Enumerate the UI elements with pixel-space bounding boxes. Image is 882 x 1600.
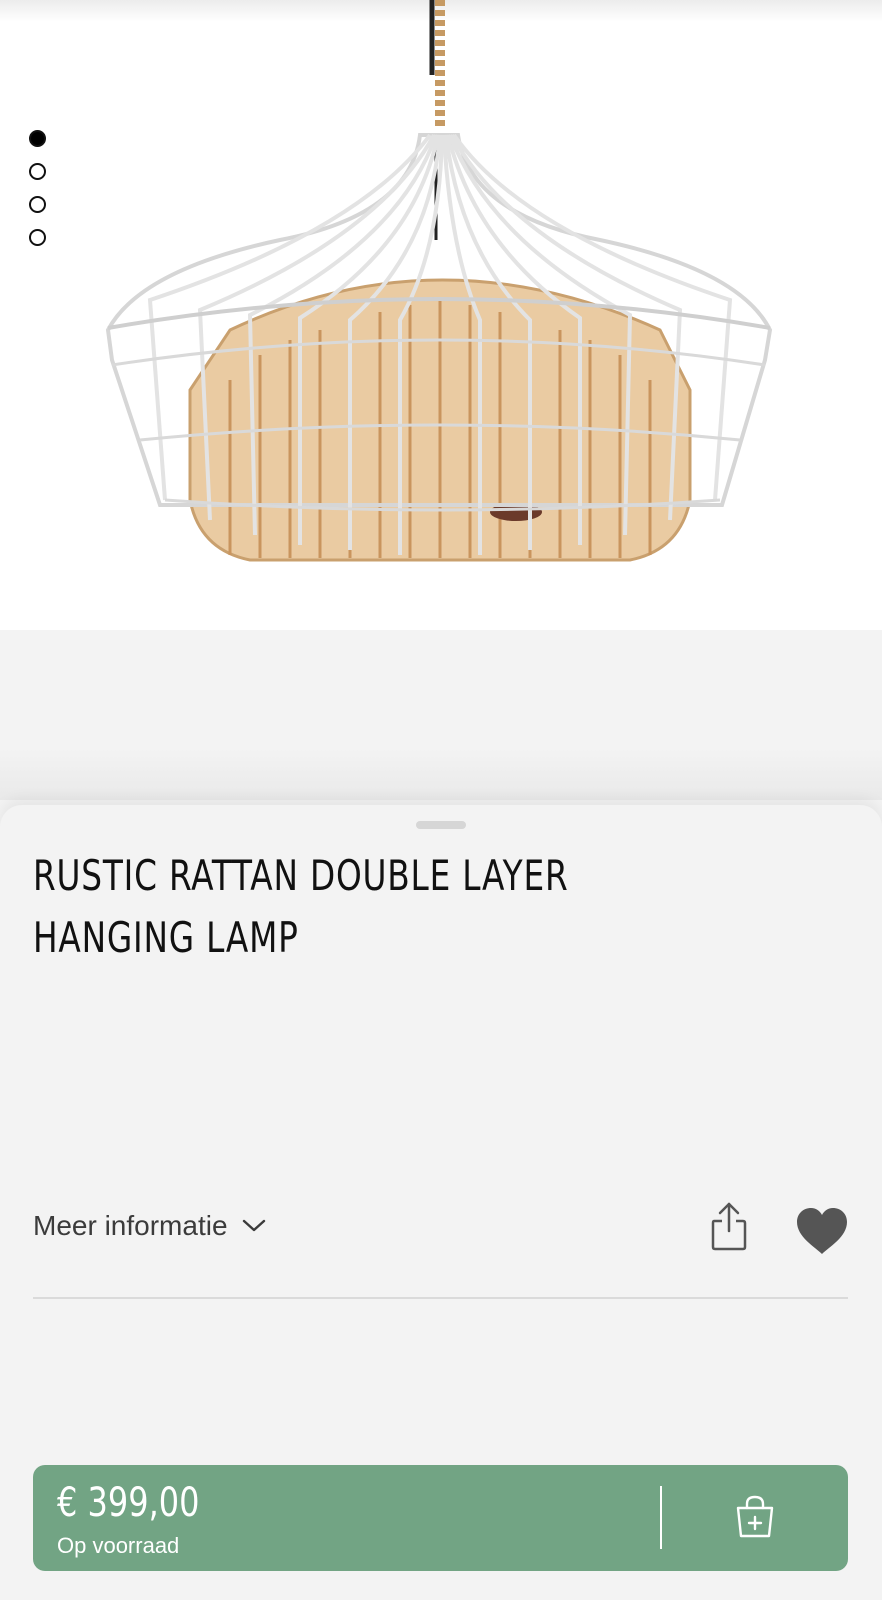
chevron-down-icon [242,1219,265,1232]
gallery-pagination [29,130,51,262]
product-image-gallery[interactable] [0,0,882,630]
buybar-separator [660,1486,662,1549]
product-price: € 399,00 [57,1480,200,1526]
gallery-dot-1[interactable] [29,130,46,147]
product-title-line-2: HANGING LAMP [33,913,299,962]
product-title: RUSTIC RATTAN DOUBLE LAYER HANGING LAMP [33,845,595,969]
product-image [105,0,773,562]
gallery-spacer [0,630,882,800]
gallery-dot-4[interactable] [29,229,46,246]
stock-status: Op voorraad [57,1533,180,1558]
share-icon[interactable] [710,1201,748,1251]
gallery-dot-3[interactable] [29,196,46,213]
product-title-line-1: RUSTIC RATTAN DOUBLE LAYER [33,851,569,900]
more-info-label: Meer informatie [33,1210,228,1241]
heart-icon[interactable] [795,1207,849,1255]
gallery-dot-2[interactable] [29,163,46,180]
shopping-bag-plus-icon[interactable] [735,1495,775,1539]
divider [33,1297,848,1299]
sheet-drag-handle[interactable] [416,821,466,829]
product-details-sheet: RUSTIC RATTAN DOUBLE LAYER HANGING LAMP … [0,805,882,1600]
more-info-toggle[interactable]: Meer informatie [33,1208,266,1244]
add-to-cart-bar[interactable]: € 399,00 Op voorraad [33,1465,848,1571]
